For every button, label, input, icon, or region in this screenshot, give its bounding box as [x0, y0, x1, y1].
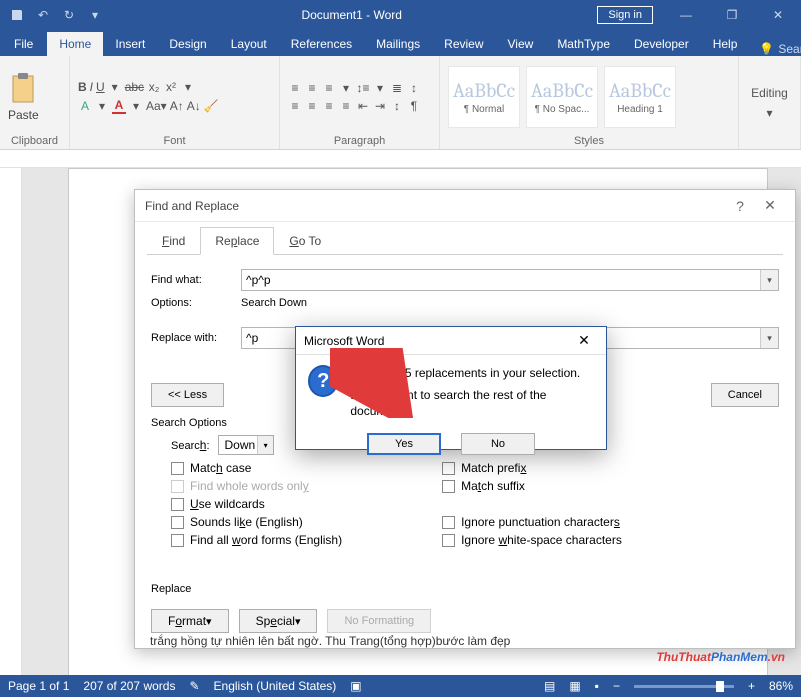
view-web-icon[interactable]: ▪: [595, 679, 599, 693]
horizontal-ruler[interactable]: [0, 150, 801, 168]
zoom-in-button[interactable]: +: [748, 679, 755, 693]
tab-insert[interactable]: Insert: [103, 32, 157, 56]
less-button[interactable]: << Less: [151, 383, 224, 407]
style-heading1[interactable]: AaBbCcHeading 1: [604, 66, 676, 128]
quick-access-toolbar: ↶ ↻ ▾: [0, 4, 106, 26]
search-direction-label: Search:: [171, 438, 210, 452]
format-button[interactable]: Format ▾: [151, 609, 229, 633]
tab-file[interactable]: File: [0, 32, 47, 56]
view-read-icon[interactable]: ▤: [544, 679, 555, 693]
zoom-level[interactable]: 86%: [769, 679, 793, 693]
tab-find[interactable]: Find: [147, 227, 200, 255]
zoom-out-button[interactable]: −: [613, 679, 620, 693]
group-styles: AaBbCc¶ Normal AaBbCc¶ No Spac... AaBbCc…: [440, 56, 739, 149]
tab-replace[interactable]: Replace: [200, 227, 274, 255]
paste-button[interactable]: Paste: [8, 72, 39, 122]
undo-icon[interactable]: ↶: [32, 4, 54, 26]
group-label: Styles: [448, 133, 730, 147]
find-what-input[interactable]: ^p^p▾: [241, 269, 779, 291]
document-text-fragment: trắng hồng tự nhiên lên bất ngờ. Thu Tra…: [150, 634, 510, 648]
find-what-label: Find what:: [151, 274, 241, 286]
dialog-tabs: Find Replace Go To: [147, 226, 783, 255]
no-formatting-button: No Formatting: [327, 609, 431, 633]
replace-with-label: Replace with:: [151, 332, 241, 344]
status-bar: Page 1 of 1 207 of 207 words ✎ English (…: [0, 675, 801, 697]
window-title: Document1 - Word: [106, 8, 597, 22]
chevron-down-icon[interactable]: ▾: [760, 270, 778, 290]
tell-me-search[interactable]: 💡 Search: [749, 42, 801, 56]
dialog-title: Find and Replace: [145, 199, 725, 213]
check-match-suffix[interactable]: Match suffix: [442, 479, 622, 493]
check-sounds-like[interactable]: Sounds like (English): [171, 515, 342, 529]
group-editing: Editing▾: [739, 56, 801, 149]
status-macro-icon[interactable]: ▣: [350, 679, 361, 693]
tab-mathtype[interactable]: MathType: [545, 32, 622, 56]
ribbon-tabs: File Home Insert Design Layout Reference…: [0, 30, 801, 56]
check-whole-words: Find whole words only: [171, 479, 342, 493]
tab-references[interactable]: References: [279, 32, 364, 56]
status-words[interactable]: 207 of 207 words: [83, 679, 175, 693]
chevron-down-icon[interactable]: ▾: [760, 328, 778, 348]
group-clipboard: Paste Clipboard: [0, 56, 70, 149]
question-icon: ?: [308, 365, 338, 397]
close-button[interactable]: ✕: [755, 0, 801, 30]
status-language[interactable]: English (United States): [214, 679, 337, 693]
group-paragraph: ≡≡≡▾↕≡▾≣↕ ≡≡≡≡⇤⇥↕¶ Paragraph: [280, 56, 440, 149]
close-icon[interactable]: ✕: [570, 332, 598, 349]
tab-home[interactable]: Home: [47, 32, 103, 56]
qat-dropdown-icon[interactable]: ▾: [84, 4, 106, 26]
group-label: Clipboard: [8, 133, 61, 147]
tab-view[interactable]: View: [496, 32, 546, 56]
tab-layout[interactable]: Layout: [219, 32, 279, 56]
dialog-titlebar: Find and Replace ? ✕: [135, 190, 795, 222]
zoom-slider[interactable]: [634, 685, 734, 688]
tab-developer[interactable]: Developer: [622, 32, 701, 56]
yes-button[interactable]: Yes: [367, 433, 441, 455]
special-button[interactable]: Special ▾: [239, 609, 318, 633]
close-icon[interactable]: ✕: [755, 197, 785, 214]
check-ignore-whitespace[interactable]: Ignore white-space characters: [442, 533, 622, 547]
tab-design[interactable]: Design: [157, 32, 218, 56]
search-direction-select[interactable]: Down▾: [218, 435, 275, 455]
redo-icon[interactable]: ↻: [58, 4, 80, 26]
msgbox-title: Microsoft Word: [304, 334, 570, 348]
group-font: BIU▾abcx₂x²▾ A▾A▾Aa▾A↑A↓🧹 Font: [70, 56, 280, 149]
watermark: ThuThuatPhanMem.vn: [656, 644, 785, 667]
help-button[interactable]: ?: [725, 198, 755, 214]
group-label: Font: [78, 133, 271, 147]
check-word-forms[interactable]: Find all word forms (English): [171, 533, 342, 547]
style-normal[interactable]: AaBbCc¶ Normal: [448, 66, 520, 128]
chevron-down-icon[interactable]: ▾: [257, 436, 273, 454]
save-icon[interactable]: [6, 4, 28, 26]
no-button[interactable]: No: [461, 433, 535, 455]
replace-section-label: Replace: [151, 583, 779, 595]
tab-mailings[interactable]: Mailings: [364, 32, 432, 56]
options-label: Options:: [151, 297, 241, 309]
minimize-button[interactable]: —: [663, 0, 709, 30]
tab-review[interactable]: Review: [432, 32, 495, 56]
titlebar: ↶ ↻ ▾ Document1 - Word Sign in — ❐ ✕: [0, 0, 801, 30]
view-print-icon[interactable]: ▦: [569, 679, 580, 693]
status-spellcheck-icon[interactable]: ✎: [189, 679, 199, 693]
message-box: Microsoft Word ✕ ? We made 5 replacement…: [295, 326, 607, 450]
msgbox-titlebar: Microsoft Word ✕: [296, 327, 606, 355]
status-page[interactable]: Page 1 of 1: [8, 679, 69, 693]
tab-goto[interactable]: Go To: [274, 227, 336, 255]
group-label: Paragraph: [288, 133, 431, 147]
tab-help[interactable]: Help: [701, 32, 750, 56]
check-ignore-punct[interactable]: Ignore punctuation characters: [442, 515, 622, 529]
editing-button[interactable]: Editing▾: [747, 60, 792, 145]
sign-in-button[interactable]: Sign in: [597, 6, 653, 24]
check-wildcards[interactable]: Use wildcards: [171, 497, 342, 511]
msgbox-text: We made 5 replacements in your selection…: [350, 365, 594, 419]
restore-button[interactable]: ❐: [709, 0, 755, 30]
vertical-ruler[interactable]: [0, 168, 22, 678]
options-value: Search Down: [241, 297, 307, 309]
ribbon: Paste Clipboard BIU▾abcx₂x²▾ A▾A▾Aa▾A↑A↓…: [0, 56, 801, 150]
style-no-spacing[interactable]: AaBbCc¶ No Spac...: [526, 66, 598, 128]
cancel-button[interactable]: Cancel: [711, 383, 779, 407]
